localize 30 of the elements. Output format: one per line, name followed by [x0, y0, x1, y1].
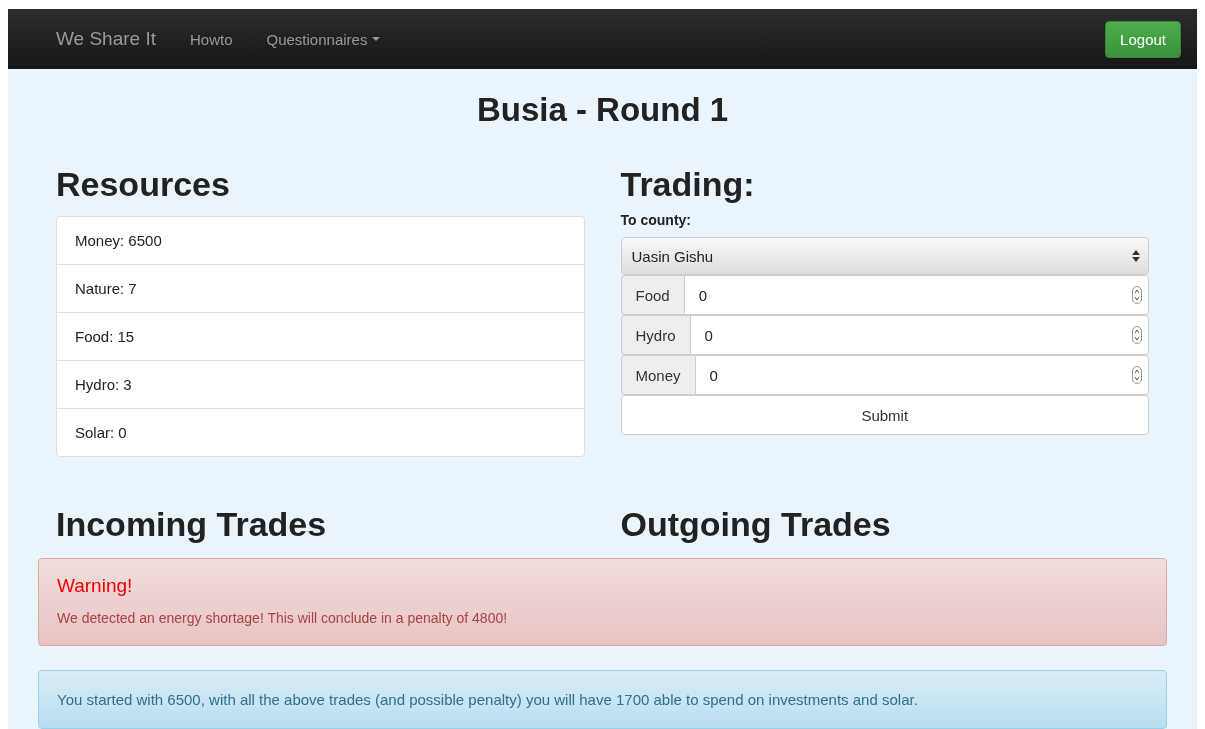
number-input-field[interactable]: 0 — [694, 355, 1149, 395]
section-heading: Trading: — [620, 165, 756, 204]
warning-message: We detected an energy shortage! This will conclude in a penalty of 4800! — [57, 610, 508, 626]
county-select[interactable]: Uasin Gishu — [620, 237, 1149, 275]
input-addon-label: Hydro — [620, 315, 690, 355]
section-heading: Incoming Trades — [56, 505, 328, 544]
resource-item: Nature: 7 — [57, 264, 584, 312]
submit-button[interactable]: Submit — [620, 395, 1149, 435]
field-label: To county: — [620, 212, 692, 228]
select-arrows-icon — [1132, 250, 1140, 262]
input-addon-label: Money — [620, 355, 695, 395]
info-alert: You started with 6500, with all the above trades (and possible penalty) you will have 1700 able to spend on investments and solar. — [38, 670, 1167, 729]
spinner-icon — [1132, 286, 1142, 304]
brand-name[interactable]: We Share It — [56, 28, 156, 50]
section-heading: Resources — [56, 165, 231, 204]
number-input-field[interactable]: 0 — [689, 315, 1149, 355]
nav-link[interactable]: Howto — [190, 30, 233, 48]
resource-item: Hydro: 3 — [57, 360, 584, 408]
spinner-icon — [1132, 326, 1142, 344]
input-addon-label: Food — [620, 275, 684, 315]
resource-item: Solar: 0 — [57, 408, 584, 456]
number-input-field[interactable]: 0 — [683, 275, 1149, 315]
resource-item: Food: 15 — [57, 312, 584, 360]
resource-item: Money: 6500 — [74, 231, 163, 251]
warning-title: Warning! — [57, 575, 134, 597]
spinner-icon — [1132, 366, 1142, 384]
page-title: Busia - Round 1 — [475, 91, 730, 129]
section-heading: Outgoing Trades — [620, 505, 892, 544]
caret-icon — [372, 37, 381, 41]
nav-dropdown[interactable]: Questionnaires — [266, 30, 381, 48]
